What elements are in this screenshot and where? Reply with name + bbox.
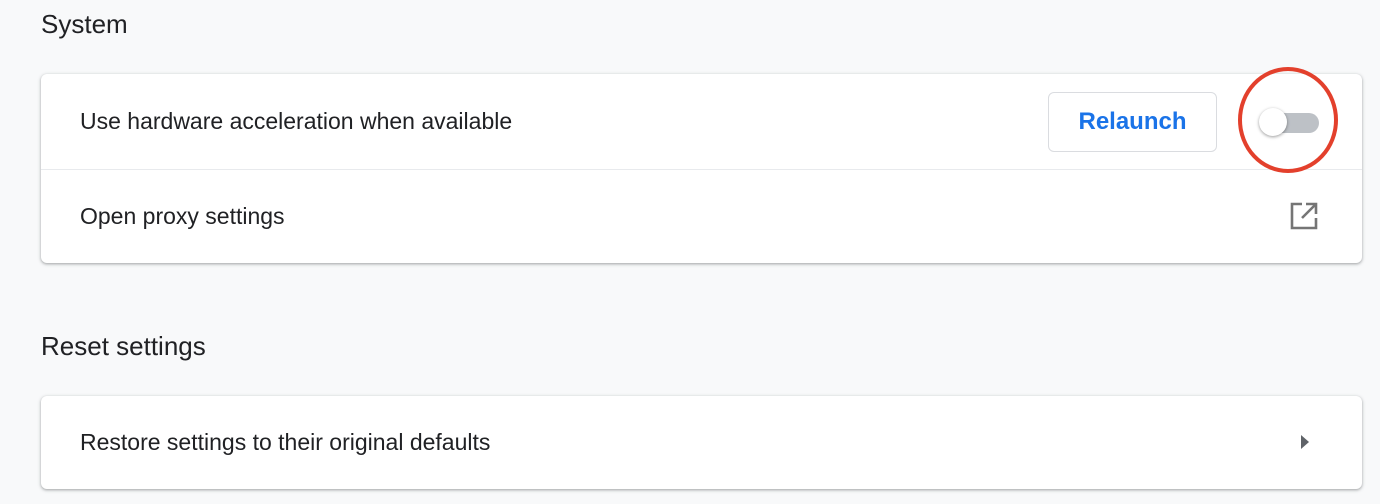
open-proxy-settings-label: Open proxy settings (80, 203, 285, 229)
chevron-right-icon (1301, 435, 1309, 449)
system-settings-card: Use hardware acceleration when available… (41, 74, 1362, 263)
restore-defaults-label: Restore settings to their original defau… (80, 429, 491, 455)
section-title-system: System (41, 9, 128, 39)
restore-defaults-row[interactable]: Restore settings to their original defau… (41, 396, 1362, 489)
toggle-knob (1259, 108, 1287, 136)
open-in-new-icon[interactable] (1289, 201, 1319, 231)
open-proxy-settings-row[interactable]: Open proxy settings (41, 170, 1362, 263)
hardware-acceleration-row: Use hardware acceleration when available… (41, 74, 1362, 170)
section-title-reset-settings: Reset settings (41, 331, 206, 361)
relaunch-button[interactable]: Relaunch (1048, 92, 1217, 152)
hardware-acceleration-toggle[interactable] (1259, 108, 1319, 136)
reset-settings-card: Restore settings to their original defau… (41, 396, 1362, 489)
hardware-acceleration-label: Use hardware acceleration when available (80, 108, 513, 134)
